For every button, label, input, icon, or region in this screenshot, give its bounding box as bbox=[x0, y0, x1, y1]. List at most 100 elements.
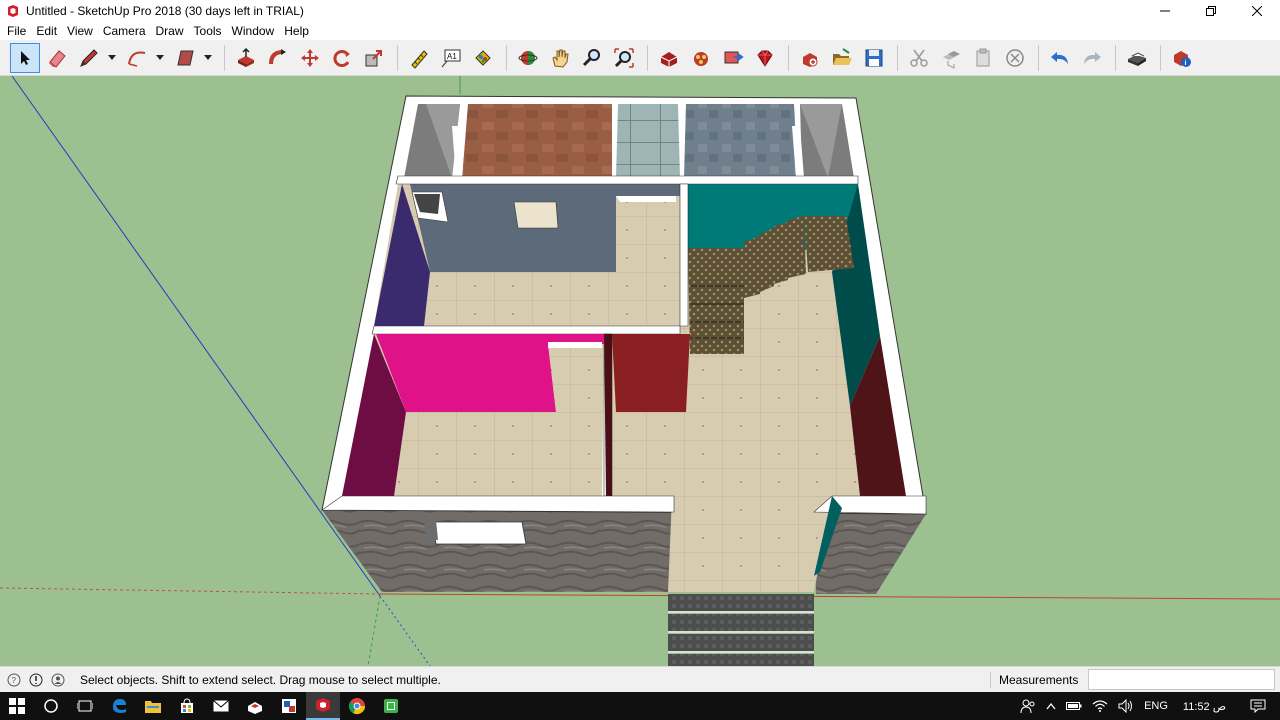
user-account-icon[interactable] bbox=[50, 672, 66, 688]
zoom-extents-icon bbox=[614, 47, 634, 68]
house-model-scene bbox=[0, 76, 1280, 666]
arc-tool-button[interactable] bbox=[122, 43, 152, 73]
pencil-icon bbox=[80, 48, 98, 67]
select-tool-button[interactable] bbox=[10, 42, 40, 73]
copy-button[interactable] bbox=[936, 43, 966, 73]
menu-window[interactable]: Window bbox=[227, 22, 280, 40]
toolbar-separator bbox=[506, 44, 507, 71]
line-tool-dropdown[interactable] bbox=[106, 43, 118, 73]
send-to-layout-button[interactable] bbox=[718, 43, 748, 73]
sketchup-viewer-icon bbox=[248, 702, 262, 714]
measurements-input[interactable] bbox=[1088, 669, 1275, 690]
measurements-label: Measurements bbox=[990, 672, 1078, 688]
entrance-stairs[interactable] bbox=[668, 594, 814, 666]
paint-bucket-tool-button[interactable] bbox=[468, 43, 498, 73]
undo-button[interactable] bbox=[1045, 43, 1075, 73]
taskbar-style-builder[interactable] bbox=[272, 692, 306, 720]
text-tool-button[interactable]: A1 bbox=[436, 43, 466, 73]
cut-button[interactable] bbox=[904, 43, 934, 73]
follow-me-icon bbox=[269, 48, 286, 64]
redo-button[interactable] bbox=[1077, 43, 1107, 73]
chevron-down-icon bbox=[204, 54, 212, 60]
paste-button[interactable] bbox=[968, 43, 998, 73]
taskbar-camtasia[interactable] bbox=[374, 692, 408, 720]
erase-button[interactable] bbox=[1000, 43, 1030, 73]
taskbar-edge[interactable] bbox=[102, 692, 136, 720]
status-bar: ? Select objects. Shift to extend select… bbox=[0, 666, 1280, 692]
task-view-button[interactable] bbox=[68, 692, 102, 720]
menu-bar: File Edit View Camera Draw Tools Window … bbox=[0, 22, 1280, 40]
tape-measure-tool-button[interactable] bbox=[404, 43, 434, 73]
action-center-button[interactable] bbox=[1236, 692, 1280, 720]
show-hidden-icons-button[interactable] bbox=[1041, 692, 1061, 720]
arc-icon bbox=[128, 51, 146, 67]
back-room-row[interactable] bbox=[404, 104, 854, 178]
window-title: Untitled - SketchUp Pro 2018 (30 days le… bbox=[26, 4, 304, 18]
rectangle-tool-button[interactable] bbox=[170, 43, 200, 73]
new-file-button[interactable] bbox=[795, 43, 825, 73]
taskbar-chrome[interactable] bbox=[340, 692, 374, 720]
toolbar-separator bbox=[1038, 44, 1039, 71]
folder-open-icon bbox=[833, 47, 852, 65]
system-clock[interactable]: 11:52 ص bbox=[1173, 692, 1236, 720]
move-arrows-icon bbox=[301, 48, 319, 67]
restore-button[interactable] bbox=[1188, 0, 1234, 22]
push-pull-icon bbox=[238, 47, 254, 67]
eraser-tool-button[interactable] bbox=[42, 43, 72, 73]
taskbar-store[interactable] bbox=[170, 692, 204, 720]
taskbar-sketchup-viewer[interactable] bbox=[238, 692, 272, 720]
menu-view[interactable]: View bbox=[62, 22, 98, 40]
pan-tool-button[interactable] bbox=[545, 43, 575, 73]
edge-browser-icon bbox=[113, 699, 126, 713]
menu-tools[interactable]: Tools bbox=[189, 22, 227, 40]
battery-button[interactable] bbox=[1061, 692, 1087, 720]
volume-button[interactable] bbox=[1113, 692, 1139, 720]
eraser-icon bbox=[49, 49, 66, 68]
menu-draw[interactable]: Draw bbox=[151, 22, 189, 40]
push-pull-tool-button[interactable] bbox=[231, 43, 261, 73]
extension-manager-button[interactable] bbox=[750, 43, 780, 73]
menu-file[interactable]: File bbox=[2, 22, 31, 40]
rectangle-tool-dropdown[interactable] bbox=[202, 43, 214, 73]
orbit-tool-button[interactable] bbox=[513, 43, 543, 73]
move-tool-button[interactable] bbox=[295, 43, 325, 73]
close-button[interactable] bbox=[1234, 0, 1280, 22]
geo-location-icon[interactable]: ? bbox=[6, 672, 22, 688]
zoom-tool-button[interactable] bbox=[577, 43, 607, 73]
toolbar-separator bbox=[224, 44, 225, 71]
scale-tool-button[interactable] bbox=[359, 43, 389, 73]
toolbar-separator bbox=[647, 44, 648, 71]
menu-edit[interactable]: Edit bbox=[31, 22, 62, 40]
arc-tool-dropdown[interactable] bbox=[154, 43, 166, 73]
taskbar-sketchup[interactable] bbox=[306, 692, 340, 720]
minimize-icon bbox=[1160, 10, 1170, 12]
main-toolbar: A1 i bbox=[0, 40, 1280, 76]
wifi-button[interactable] bbox=[1087, 692, 1113, 720]
taskbar-mail[interactable] bbox=[204, 692, 238, 720]
open-file-button[interactable] bbox=[827, 43, 857, 73]
menu-camera[interactable]: Camera bbox=[98, 22, 151, 40]
rotate-tool-button[interactable] bbox=[327, 43, 357, 73]
model-info-button[interactable]: i bbox=[1167, 43, 1197, 73]
taskbar-file-explorer[interactable] bbox=[136, 692, 170, 720]
print-button[interactable] bbox=[1122, 43, 1152, 73]
select-arrow-icon bbox=[21, 50, 30, 65]
save-file-button[interactable] bbox=[859, 43, 889, 73]
minimize-button[interactable] bbox=[1142, 0, 1188, 22]
people-button[interactable] bbox=[1015, 692, 1041, 720]
input-language[interactable]: ENG bbox=[1139, 692, 1173, 720]
svg-text:i: i bbox=[1185, 60, 1187, 67]
follow-me-tool-button[interactable] bbox=[263, 43, 293, 73]
start-button[interactable] bbox=[0, 692, 34, 720]
zoom-extents-tool-button[interactable] bbox=[609, 43, 639, 73]
redo-icon bbox=[1084, 51, 1101, 64]
modeling-viewport[interactable] bbox=[0, 76, 1280, 666]
menu-help[interactable]: Help bbox=[279, 22, 314, 40]
line-tool-button[interactable] bbox=[74, 43, 104, 73]
search-button[interactable] bbox=[34, 692, 68, 720]
credits-icon[interactable] bbox=[28, 672, 44, 688]
speaker-icon bbox=[1118, 699, 1133, 713]
3d-warehouse-button[interactable] bbox=[654, 43, 684, 73]
mail-envelope-icon bbox=[213, 700, 229, 712]
extension-warehouse-button[interactable] bbox=[686, 43, 716, 73]
